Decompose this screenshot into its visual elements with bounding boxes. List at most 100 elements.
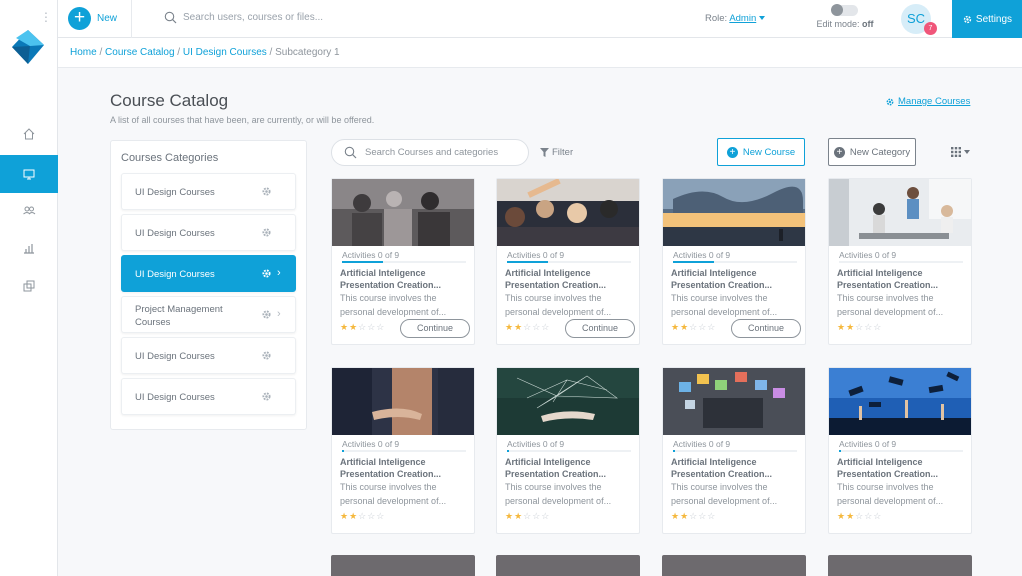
gear-icon[interactable] (261, 391, 272, 402)
new-button[interactable]: + New (68, 7, 117, 30)
gear-icon[interactable] (261, 227, 272, 238)
gear-icon (963, 15, 972, 23)
breadcrumb-course-catalog[interactable]: Course Catalog (105, 47, 174, 58)
gear-icon[interactable] (261, 309, 272, 320)
course-description: This course involves the personal develo… (671, 482, 778, 506)
manage-courses-link[interactable]: Manage Courses (885, 96, 970, 107)
plus-icon: + (68, 7, 91, 30)
nav-courses[interactable] (0, 155, 58, 193)
course-title[interactable]: Artificial Inteligence Presentation Crea… (837, 457, 967, 480)
course-title[interactable]: Artificial Inteligence Presentation Crea… (340, 268, 470, 291)
activities-count: Activities 0 of 9 (507, 250, 565, 260)
settings-button[interactable]: Settings (952, 0, 1022, 38)
course-image (332, 368, 474, 435)
monitor-icon (23, 169, 35, 180)
breadcrumb-current: Subcategory 1 (275, 47, 340, 58)
rating-stars: ★★☆☆☆ (340, 511, 386, 521)
course-card-partial[interactable] (828, 555, 972, 576)
course-card-partial[interactable] (496, 555, 640, 576)
course-search-input[interactable]: Search Courses and categories (331, 139, 529, 166)
course-title[interactable]: Artificial Inteligence Presentation Crea… (837, 268, 967, 291)
course-card[interactable]: Activities 0 of 9 Artificial Inteligence… (496, 367, 640, 534)
gear-icon[interactable] (261, 186, 272, 197)
course-image (829, 368, 971, 435)
category-item[interactable]: UI Design Courses (121, 173, 296, 210)
category-item[interactable]: Project Management Courses › (121, 296, 296, 333)
new-course-button[interactable]: + New Course (717, 138, 805, 166)
course-card[interactable]: Activities 0 of 9 Artificial Inteligence… (331, 367, 475, 534)
category-item-active[interactable]: UI Design Courses › (121, 255, 296, 292)
users-icon (23, 206, 36, 215)
activities-count: Activities 0 of 9 (342, 439, 400, 449)
chevron-right-icon: › (277, 308, 281, 320)
gear-icon[interactable] (261, 268, 272, 279)
course-card[interactable]: Activities 0 of 9 Artificial Inteligence… (828, 178, 972, 345)
course-card[interactable]: Activities 0 of 9 Artificial Inteligence… (828, 367, 972, 534)
category-item[interactable]: UI Design Courses (121, 378, 296, 415)
role-selector[interactable]: Role: Admin (705, 13, 766, 24)
edit-mode-value: off (862, 19, 874, 29)
grid-icon (951, 147, 961, 157)
continue-button[interactable]: Continue (565, 319, 635, 338)
course-description: This course involves the personal develo… (340, 482, 447, 506)
course-title[interactable]: Artificial Inteligence Presentation Crea… (671, 268, 801, 291)
nav-library[interactable] (0, 267, 58, 305)
chevron-down-icon (964, 150, 970, 154)
app-logo[interactable] (10, 28, 46, 66)
breadcrumb-home[interactable]: Home (70, 47, 97, 58)
divider (131, 0, 132, 38)
global-search-placeholder: Search users, courses or files... (183, 12, 324, 23)
activities-count: Activities 0 of 9 (673, 439, 731, 449)
progress-bar (342, 450, 466, 452)
course-card-partial[interactable] (662, 555, 806, 576)
breadcrumb: Home / Course Catalog / UI Design Course… (70, 47, 340, 58)
copy-icon (23, 280, 35, 292)
course-description: This course involves the personal develo… (340, 293, 447, 317)
course-title[interactable]: Artificial Inteligence Presentation Crea… (671, 457, 801, 480)
edit-mode-toggle[interactable]: Edit mode: off (810, 4, 880, 29)
gear-icon[interactable] (261, 350, 272, 361)
course-description: This course involves the personal develo… (837, 293, 944, 317)
course-card[interactable]: Activities 0 of 9 Artificial Inteligence… (662, 178, 806, 345)
categories-panel: Courses Categories UI Design Courses UI … (110, 140, 307, 430)
course-card[interactable]: Activities 0 of 9 Artificial Inteligence… (496, 178, 640, 345)
search-icon (344, 146, 357, 159)
course-title[interactable]: Artificial Inteligence Presentation Crea… (505, 268, 635, 291)
progress-bar (342, 261, 466, 263)
search-icon (164, 11, 177, 24)
course-card[interactable]: Activities 0 of 9 Artificial Inteligence… (331, 178, 475, 345)
rating-stars: ★★☆☆☆ (505, 322, 551, 332)
category-label: UI Design Courses (135, 351, 215, 362)
more-dots-icon[interactable]: · · · (43, 5, 49, 27)
course-title[interactable]: Artificial Inteligence Presentation Crea… (340, 457, 470, 480)
category-label: UI Design Courses (135, 228, 215, 239)
nav-users[interactable] (0, 191, 58, 229)
progress-bar (673, 261, 797, 263)
category-label: Project Management Courses (135, 303, 223, 328)
rating-stars: ★★☆☆☆ (671, 322, 717, 332)
rating-stars: ★★☆☆☆ (837, 511, 883, 521)
filter-label: Filter (552, 147, 574, 158)
course-card-partial[interactable] (331, 555, 475, 576)
breadcrumb-bar: Home / Course Catalog / UI Design Course… (58, 38, 1022, 68)
new-category-button[interactable]: + New Category (828, 138, 916, 166)
course-image (829, 179, 971, 246)
rating-stars: ★★☆☆☆ (671, 511, 717, 521)
filter-button[interactable]: Filter (540, 147, 573, 158)
course-card[interactable]: Activities 0 of 9 Artificial Inteligence… (662, 367, 806, 534)
plus-icon: + (833, 146, 845, 158)
category-label: UI Design Courses (135, 269, 215, 280)
nav-reports[interactable] (0, 229, 58, 267)
activities-count: Activities 0 of 9 (839, 250, 897, 260)
continue-button[interactable]: Continue (731, 319, 801, 338)
role-value[interactable]: Admin (729, 13, 756, 24)
global-search-input[interactable]: Search users, courses or files... (164, 11, 323, 24)
course-title[interactable]: Artificial Inteligence Presentation Crea… (505, 457, 635, 480)
grid-view-toggle[interactable] (951, 147, 970, 157)
category-item[interactable]: UI Design Courses (121, 337, 296, 374)
nav-home[interactable] (0, 115, 58, 153)
continue-button[interactable]: Continue (400, 319, 470, 338)
breadcrumb-ui-design[interactable]: UI Design Courses (183, 47, 267, 58)
category-item[interactable]: UI Design Courses (121, 214, 296, 251)
toggle-switch[interactable] (831, 4, 858, 16)
